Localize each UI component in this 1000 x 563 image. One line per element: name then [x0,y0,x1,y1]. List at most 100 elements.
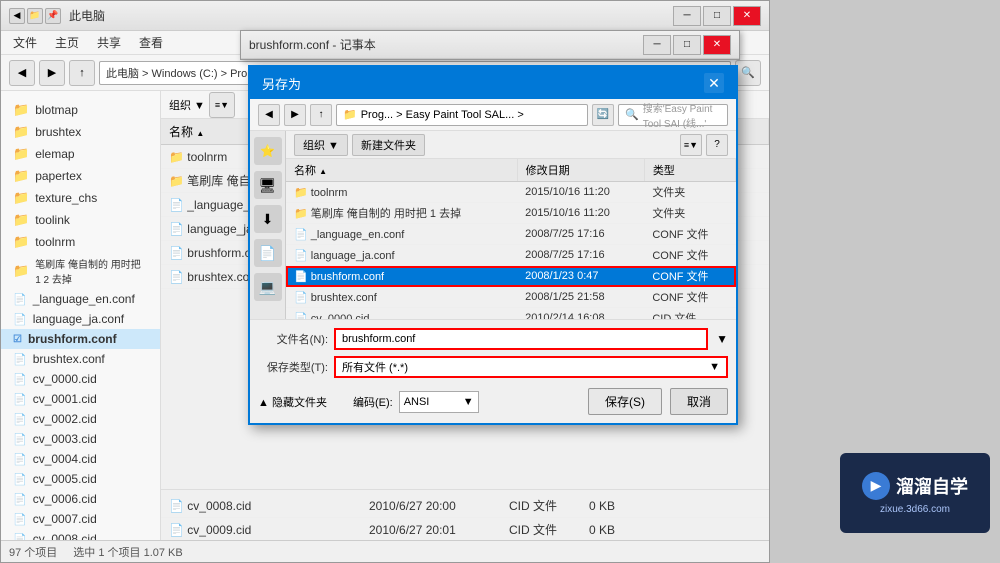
back-button[interactable]: ◀ [9,60,35,86]
file-date: 2008/7/25 17:16 [517,224,644,245]
save-button[interactable]: 保存(S) [588,388,662,415]
dialog-forward-button[interactable]: ▶ [284,104,306,126]
minimize-button[interactable]: ─ [673,6,701,26]
file-date: 2010/6/27 20:00 [361,494,501,518]
encoding-value: ANSI [404,396,430,408]
dialog-sidebar: ⭐ 🖥 ⬇ 📄 💻 [250,131,286,319]
dialog-sub-toolbar: 组织 ▼ 新建文件夹 ≡▼ ? [286,131,736,159]
folder-icon-small[interactable]: 📁 [27,8,43,24]
filetype-row: 保存类型(T): 所有文件 (*.*) ▼ [258,356,728,378]
table-row[interactable]: 📄 cv_0009.cid 2010/6/27 20:01 CID 文件 0 K… [161,518,769,541]
save-cancel-area: 保存(S) 取消 [588,388,728,415]
notepad-maximize[interactable]: □ [673,35,701,55]
sidebar-item-cv0000[interactable]: 📄 cv_0000.cid [1,369,160,389]
file-size: 0 KB [581,494,769,518]
cid-icon: 📄 [13,513,27,526]
encoding-label: 编码(E): [353,394,393,410]
dialog-toolbar: ◀ ▶ ↑ 📁 Prog... > Easy Paint Tool SAL...… [250,99,736,131]
view-toggle-button[interactable]: ≡▼ [680,134,702,156]
sidebar-item-cv0005[interactable]: 📄 cv_0005.cid [1,469,160,489]
file-name: 📄 language_ja.conf [286,245,517,266]
sidebar-item-brushform[interactable]: ☑ brushform.conf [1,329,160,349]
dialog-close-button[interactable]: ✕ [704,73,724,93]
dialog-actions-row: ▲ 隐藏文件夹 编码(E): ANSI ▼ 保存(S) 取消 [258,384,728,415]
search-button[interactable]: 🔍 [735,60,761,86]
sidebar-quick-access[interactable]: ⭐ [254,137,282,165]
file-date: 2015/10/16 11:20 [517,182,644,203]
sidebar-item-lang-en[interactable]: 📄 _language_en.conf [1,289,160,309]
dialog-search-bar[interactable]: 🔍 搜索'Easy Paint Tool SAI (线...' [618,104,728,126]
dialog-title-text: 另存为 [262,74,301,93]
filename-input[interactable] [334,328,708,350]
organize-button[interactable]: 组织 ▼ [294,134,348,156]
forward-button[interactable]: ▶ [39,60,65,86]
maximize-button[interactable]: □ [703,6,731,26]
sidebar-item-cv0003[interactable]: 📄 cv_0003.cid [1,429,160,449]
sidebar-item-toolink[interactable]: 📁 toolink [1,209,160,231]
sidebar-item-cv0002[interactable]: 📄 cv_0002.cid [1,409,160,429]
dialog-col-date: 修改日期 [517,159,644,182]
sidebar-item-toolnrm[interactable]: 📁 toolnrm [1,231,160,253]
table-row[interactable]: 📄 cv_0008.cid 2010/6/27 20:00 CID 文件 0 K… [161,494,769,518]
sidebar-item-brushtex[interactable]: 📁 brushtex [1,121,160,143]
sidebar-item-elemap[interactable]: 📁 elemap [1,143,160,165]
filetype-select[interactable]: 所有文件 (*.*) ▼ [334,356,728,378]
dialog-refresh-button[interactable]: 🔄 [592,104,614,126]
filename-dropdown[interactable]: ▼ [716,332,728,346]
dialog-up-button[interactable]: ↑ [310,104,332,126]
sidebar-item-cv0004[interactable]: 📄 cv_0004.cid [1,449,160,469]
sidebar-item-blotmap[interactable]: 📁 blotmap [1,99,160,121]
folder-icon: 📁 [13,168,29,184]
sidebar-item-brush-lib[interactable]: 📁 笔刷库 俺自制的 用时把 1 2 去掉 [1,253,160,289]
notepad-close[interactable]: ✕ [703,35,731,55]
list-item-selected[interactable]: 📄 brushform.conf 2008/1/23 0:47 CONF 文件 [286,266,736,287]
list-item[interactable]: 📄 language_ja.conf 2008/7/25 17:16 CONF … [286,245,736,266]
sidebar-item-cv0001[interactable]: 📄 cv_0001.cid [1,389,160,409]
list-item[interactable]: 📄 cv_0000.cid 2010/2/14 16:08 CID 文件 [286,308,736,320]
list-item[interactable]: 📄 brushtex.conf 2008/1/25 21:58 CONF 文件 [286,287,736,308]
sidebar-downloads[interactable]: ⬇ [254,205,282,233]
cid-icon: 📄 [13,493,27,506]
sidebar-documents[interactable]: 📄 [254,239,282,267]
cid-icon: 📄 [13,433,27,446]
new-folder-button[interactable]: 新建文件夹 [352,134,425,156]
list-item[interactable]: 📁 笔刷库 俺自制的 用时把 1 去掉 2015/10/16 11:20 文件夹 [286,203,736,224]
notepad-title-bar: brushform.conf - 记事本 ─ □ ✕ [241,31,739,59]
dialog-back-button[interactable]: ◀ [258,104,280,126]
watermark-logo: ▶ 溜溜自学 [862,472,968,500]
list-item[interactable]: 📄 _language_en.conf 2008/7/25 17:16 CONF… [286,224,736,245]
notepad-minimize[interactable]: ─ [643,35,671,55]
list-item[interactable]: 📁 toolnrm 2015/10/16 11:20 文件夹 [286,182,736,203]
dialog-address-bar[interactable]: 📁 Prog... > Easy Paint Tool SAL... > [336,104,588,126]
hide-folders-button[interactable]: ▲ 隐藏文件夹 [258,394,327,410]
menu-file[interactable]: 文件 [5,32,45,53]
folder-icon: 📁 [13,234,29,250]
sidebar-item-papertex[interactable]: 📁 papertex [1,165,160,187]
file-name: 📄 brushtex.conf [286,287,517,308]
close-button[interactable]: ✕ [733,6,761,26]
pin-icon[interactable]: 📌 [45,8,61,24]
sidebar-computer[interactable]: 💻 [254,273,282,301]
view-toggle[interactable]: ≡▼ [209,92,235,118]
explorer-title: 此电脑 [69,7,669,24]
folder-icon: 📁 [13,212,29,228]
sidebar-item-brushtex-conf[interactable]: 📄 brushtex.conf [1,349,160,369]
sidebar-item-cv0007[interactable]: 📄 cv_0007.cid [1,509,160,529]
file-date: 2010/6/27 20:01 [361,518,501,541]
sidebar-item-lang-ja[interactable]: 📄 language_ja.conf [1,309,160,329]
folder-icon: 📁 [13,146,29,162]
menu-share[interactable]: 共享 [89,32,129,53]
sidebar-desktop[interactable]: 🖥 [254,171,282,199]
folder-icon: 📁 [13,124,29,140]
sidebar-item-cv0008[interactable]: 📄 cv_0008.cid [1,529,160,540]
dialog-title-bar: 另存为 ✕ [250,67,736,99]
sidebar-item-texture[interactable]: 📁 texture_chs [1,187,160,209]
cancel-button[interactable]: 取消 [670,388,728,415]
up-button[interactable]: ↑ [69,60,95,86]
sidebar-item-cv0006[interactable]: 📄 cv_0006.cid [1,489,160,509]
encoding-select[interactable]: ANSI ▼ [399,391,479,413]
quick-access-icon[interactable]: ◀ [9,8,25,24]
help-button[interactable]: ? [706,134,728,156]
menu-view[interactable]: 查看 [131,32,171,53]
menu-home[interactable]: 主页 [47,32,87,53]
